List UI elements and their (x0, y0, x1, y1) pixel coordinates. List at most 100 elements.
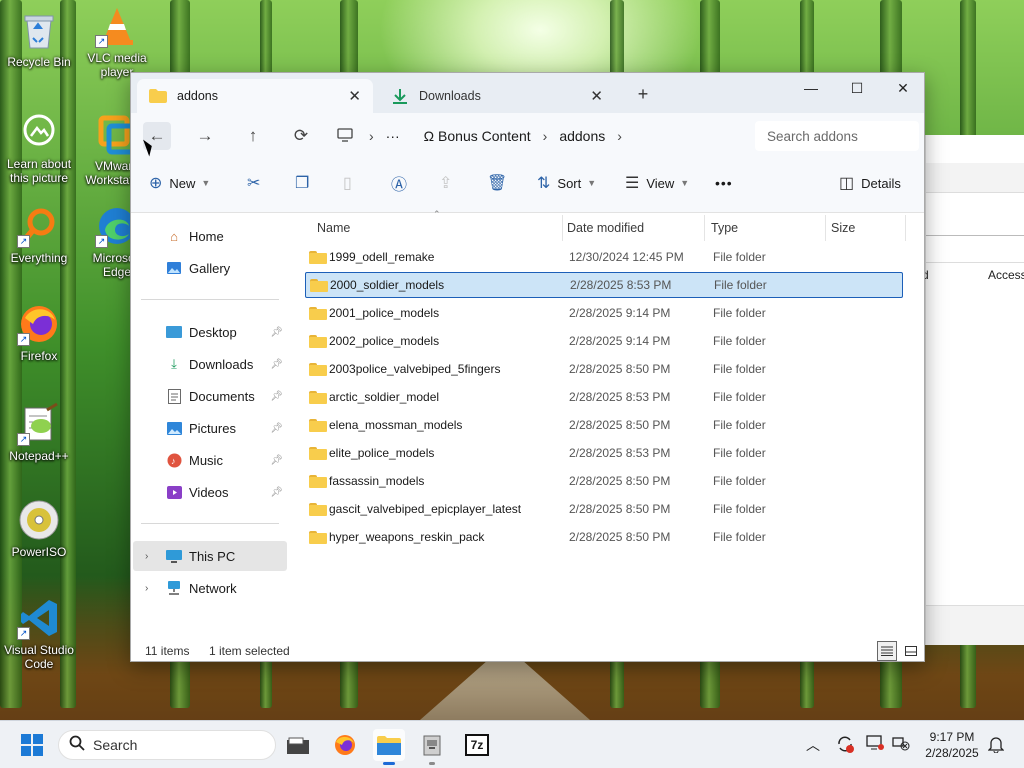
file-date: 2/28/2025 8:50 PM (569, 362, 671, 376)
network-disconnected-icon[interactable] (892, 735, 910, 754)
tab-downloads[interactable]: Downloads ✕ (379, 79, 615, 113)
desktop-icon-vscode[interactable]: ↗ Visual Studio Code (0, 596, 78, 671)
cut-button[interactable]: ✂ (247, 169, 267, 197)
delete-button[interactable]: 🗑︎ (487, 169, 514, 197)
new-button[interactable]: ⊕ New ▼ (149, 169, 210, 197)
file-row[interactable]: elena_mossman_models 2/28/2025 8:50 PM Fil… (305, 412, 903, 438)
pin-icon[interactable]: 📌︎ (270, 327, 283, 338)
file-row[interactable]: hyper_weapons_reskin_pack 2/28/2025 8:50 … (305, 524, 903, 550)
column-header-size[interactable]: Size (831, 215, 906, 241)
desktop-icon-notepadpp[interactable]: ↗ Notepad++ (0, 402, 78, 463)
sidebar-item-videos[interactable]: Videos 📌︎ (133, 477, 287, 507)
sidebar-item-network[interactable]: › Network (133, 573, 287, 603)
sidebar-item-this-pc[interactable]: › This PC (133, 541, 287, 571)
notification-bell-icon[interactable] (987, 735, 1005, 756)
sort-button[interactable]: ⇅ Sort ▼ (537, 169, 596, 197)
desktop-icon-poweriso[interactable]: PowerISO (0, 498, 78, 559)
taskbar-search[interactable]: Search (58, 730, 276, 760)
pin-icon[interactable]: 📌︎ (270, 455, 283, 466)
file-row[interactable]: arctic_soldier_model 2/28/2025 8:53 PM Fil… (305, 384, 903, 410)
minimize-button[interactable]: — (788, 73, 834, 103)
desktop-icon-learn-picture[interactable]: Learn about this picture (0, 110, 78, 185)
pictures-icon (165, 420, 183, 436)
folder-icon (309, 474, 327, 488)
share-button[interactable]: ⇪ (439, 169, 459, 197)
file-date: 2/28/2025 8:53 PM (569, 446, 671, 460)
maximize-button[interactable]: ☐ (834, 73, 880, 103)
taskbar-app-file-explorer[interactable] (282, 729, 314, 761)
display-alert-icon[interactable] (866, 735, 884, 754)
refresh-button[interactable]: ⟳ (287, 122, 315, 150)
taskbar-app-archive[interactable] (416, 729, 448, 765)
navigation-pane[interactable]: ⌂ Home Gallery Desktop 📌︎ ⤓ Downloads 📌︎… (131, 213, 291, 633)
sidebar-item-gallery[interactable]: Gallery (133, 253, 287, 283)
sidebar-item-downloads[interactable]: ⤓ Downloads 📌︎ (133, 349, 287, 379)
chevron-up-icon[interactable]: ︿ (806, 735, 820, 755)
column-header-date[interactable]: Date modified (567, 215, 705, 241)
close-tab-icon[interactable]: ✕ (590, 87, 603, 105)
pin-icon[interactable]: 📌︎ (270, 487, 283, 498)
file-row[interactable]: elite_police_models 2/28/2025 8:53 PM File… (305, 440, 903, 466)
file-row[interactable]: 2003police_valvebiped_5fingers 2/28/2025 … (305, 356, 903, 382)
taskbar-app-firefox[interactable] (329, 729, 361, 761)
desktop-icon-firefox[interactable]: ↗ Firefox (0, 302, 78, 363)
paste-button[interactable]: ▯ (343, 169, 359, 197)
sidebar-item-music[interactable]: ♪ Music 📌︎ (133, 445, 287, 475)
sidebar-item-documents[interactable]: Documents 📌︎ (133, 381, 287, 411)
more-options-button[interactable]: ••• (715, 169, 733, 197)
file-row[interactable]: 2000_soldier_models 2/28/2025 8:53 PM File… (305, 272, 903, 298)
column-header-name[interactable]: Name (317, 215, 563, 241)
sync-alert-icon[interactable] (836, 735, 854, 756)
new-tab-button[interactable]: + (631, 83, 655, 107)
sidebar-item-pictures[interactable]: Pictures 📌︎ (133, 413, 287, 443)
file-row[interactable]: gascit_valvebiped_epicplayer_latest 2/28/… (305, 496, 903, 522)
close-window-button[interactable]: ✕ (880, 73, 924, 103)
chevron-right-icon[interactable]: › (145, 551, 148, 562)
file-name: elena_mossman_models (329, 418, 463, 432)
taskbar-app-explorer-active[interactable] (373, 729, 405, 765)
breadcrumb[interactable]: › ··· Ω Bonus Content › addons › (337, 122, 745, 150)
sidebar-divider (141, 299, 279, 300)
file-row[interactable]: 2002_police_models 2/28/2025 9:14 PM File … (305, 328, 903, 354)
breadcrumb-addons[interactable]: addons (559, 128, 605, 144)
sidebar-item-home[interactable]: ⌂ Home (133, 221, 287, 251)
background-window[interactable]: d Access (922, 135, 1024, 645)
details-pane-button[interactable]: ◫ Details (839, 169, 901, 197)
up-button[interactable]: ↑ (239, 122, 267, 150)
file-explorer-window[interactable]: addons ✕ Downloads ✕ + — ☐ ✕ ← → ↑ ⟳ › ·… (130, 72, 925, 662)
scissors-icon: ✂ (247, 175, 261, 192)
search-input[interactable]: Search addons (755, 121, 919, 151)
file-list[interactable]: ⌃ Name Date modified Type Size 1999_odel… (291, 209, 924, 633)
tiles-view-button[interactable] (901, 641, 921, 661)
taskbar-app-7zip[interactable]: 7z (461, 729, 493, 761)
file-row[interactable]: fassassin_models 2/28/2025 8:50 PM File fo… (305, 468, 903, 494)
pin-icon[interactable]: 📌︎ (270, 423, 283, 434)
details-view-button[interactable] (877, 641, 897, 661)
copy-button[interactable]: ❐ (295, 169, 316, 197)
file-row[interactable]: 1999_odell_remake 12/30/2024 12:45 PM File… (305, 244, 903, 270)
desktop-icon-label: Notepad++ (9, 449, 69, 463)
desktop-icon-everything[interactable]: ↗ Everything (0, 204, 78, 265)
chevron-down-icon: ▼ (680, 178, 690, 188)
rename-button[interactable]: Ⓐ (391, 169, 414, 197)
chevron-down-icon: ▼ (201, 178, 211, 188)
folder-icon (309, 530, 327, 544)
pin-icon[interactable]: 📌︎ (270, 359, 283, 370)
close-tab-icon[interactable]: ✕ (348, 87, 361, 105)
system-clock[interactable]: 9:17 PM 2/28/2025 (916, 729, 988, 761)
sidebar-item-desktop[interactable]: Desktop 📌︎ (133, 317, 287, 347)
file-row[interactable]: 2001_police_models 2/28/2025 9:14 PM File … (305, 300, 903, 326)
desktop-icon-recycle-bin[interactable]: Recycle Bin (0, 8, 78, 69)
pin-icon[interactable]: 📌︎ (270, 391, 283, 402)
breadcrumb-bonus-content[interactable]: Ω Bonus Content (424, 128, 531, 144)
view-button[interactable]: ☰ View ▼ (625, 169, 689, 197)
desktop-icon-vlc[interactable]: ↗ VLC media player (78, 4, 156, 79)
column-header-type[interactable]: Type (711, 215, 826, 241)
breadcrumb-more[interactable]: ··· (386, 128, 400, 144)
start-button[interactable] (16, 729, 48, 761)
chevron-right-icon[interactable]: › (145, 583, 148, 594)
rename-icon: Ⓐ (391, 177, 408, 194)
tab-addons[interactable]: addons ✕ (137, 79, 373, 113)
forward-button[interactable]: → (191, 122, 219, 150)
file-type: File folder (714, 278, 767, 292)
